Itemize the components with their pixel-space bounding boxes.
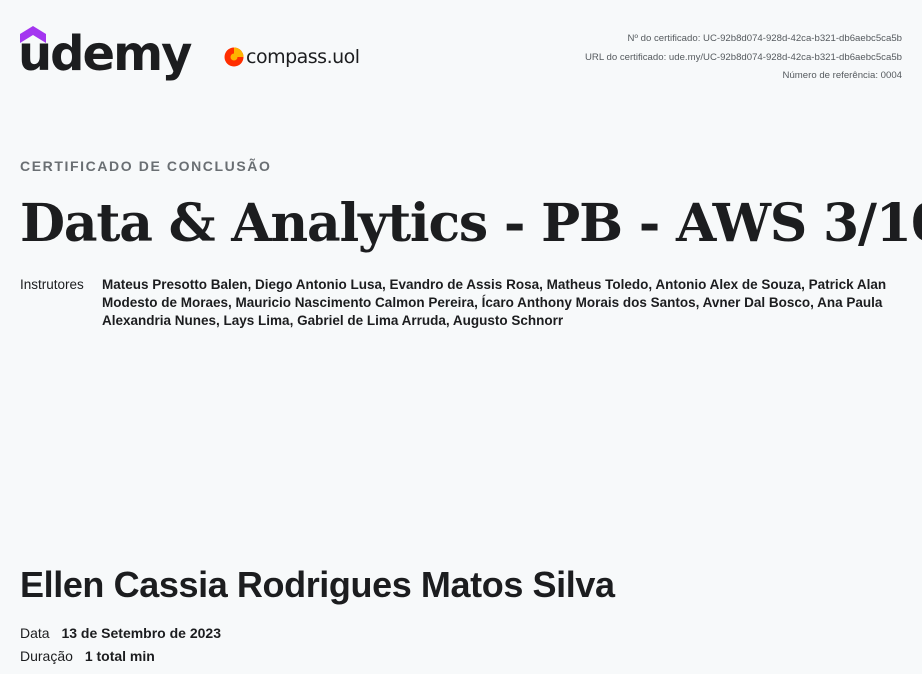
certificate-url: ude.my/UC-92b8d074-928d-42ca-b321-db6aeb… — [668, 51, 902, 63]
date-value: 13 de Setembro de 2023 — [61, 625, 221, 641]
date-label: Data — [20, 625, 50, 641]
instructors-names: Mateus Presotto Balen, Diego Antonio Lus… — [102, 277, 887, 328]
udemy-logo: udemy — [18, 22, 192, 92]
instructors-label: Instrutores — [20, 277, 84, 292]
compass-uol-logo: compass.uol — [224, 44, 360, 70]
reference-number: 0004 — [880, 70, 902, 81]
certificate-url-label: URL do certificado: — [585, 51, 667, 63]
certificate-number-label: Nº do certificado: — [627, 33, 701, 44]
duration-label: Duração — [20, 648, 73, 664]
certificate-number: UC-92b8d074-928d-42ca-b321-db6aebc5ca5b — [703, 33, 902, 44]
duration-value: 1 total min — [84, 648, 155, 664]
certificate-meta: Nº do certificado: UC-92b8d074-928d-42ca… — [585, 30, 902, 86]
date-row: Data 13 de Setembro de 2023 — [20, 623, 221, 643]
certificate-label: CERTIFICADO DE CONCLUSÃO — [20, 158, 272, 174]
udemy-wordmark: udemy — [18, 26, 192, 82]
student-name: Ellen Cassia Rodrigues Matos Silva — [20, 564, 615, 605]
compass-circle-icon — [224, 47, 244, 67]
certificate-url-row: URL do certificado: ude.my/UC-92b8d074-9… — [585, 49, 902, 68]
instructors-section: Instrutores Mateus Presotto Balen, Diego… — [20, 276, 905, 330]
duration-row: Duração 1 total min — [20, 646, 155, 666]
reference-number-label: Número de referência: — [782, 70, 878, 81]
course-title: Data & Analytics - PB - AWS 3/10 — [20, 193, 922, 254]
certificate-page: udemy compass.uol Nº do certificado: UC-… — [0, 0, 922, 674]
compass-wordmark: compass.uol — [246, 45, 360, 68]
certificate-number-row: Nº do certificado: UC-92b8d074-928d-42ca… — [585, 30, 902, 49]
reference-number-row: Número de referência: 0004 — [585, 67, 902, 86]
